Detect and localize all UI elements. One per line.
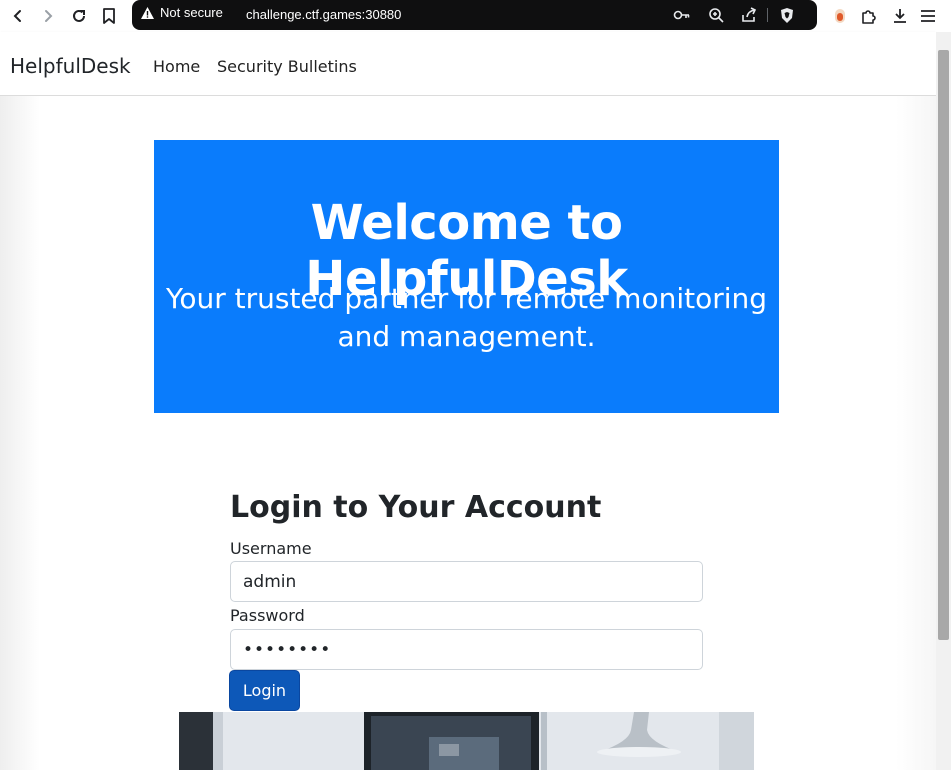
password-input[interactable]: •••••••• (230, 629, 703, 670)
navbar-brand[interactable]: HelpfulDesk (10, 54, 131, 78)
download-icon[interactable] (889, 5, 911, 27)
scrollbar[interactable] (936, 32, 951, 770)
login-heading: Login to Your Account (230, 490, 602, 525)
username-label: Username (230, 539, 312, 558)
username-input[interactable]: admin (230, 561, 703, 602)
nav-link-security-bulletins[interactable]: Security Bulletins (217, 57, 357, 76)
back-icon[interactable] (6, 4, 30, 28)
brave-shield-icon[interactable] (777, 5, 797, 25)
url-text[interactable]: challenge.ctf.games:30880 (246, 7, 401, 22)
extensions-icon[interactable] (858, 5, 880, 27)
address-bar[interactable]: Not secure challenge.ctf.games:30880 (132, 0, 817, 30)
hero-banner: Welcome to HelpfulDesk Your trusted part… (154, 140, 779, 413)
nav-link-home[interactable]: Home (153, 57, 200, 76)
zoom-icon[interactable] (706, 5, 726, 25)
password-value: •••••••• (243, 639, 332, 660)
office-photo (179, 712, 754, 770)
site-info-button[interactable]: Not secure (140, 5, 223, 20)
password-label: Password (230, 606, 305, 625)
bookmark-icon[interactable] (97, 4, 121, 28)
username-value: admin (243, 571, 297, 592)
menu-icon[interactable] (917, 5, 939, 27)
reload-icon[interactable] (67, 4, 91, 28)
key-icon[interactable] (672, 5, 692, 25)
warning-icon (141, 6, 154, 19)
site-navbar: HelpfulDesk Home Security Bulletins (0, 32, 936, 96)
forward-icon[interactable] (36, 4, 60, 28)
scrollbar-thumb[interactable] (938, 50, 949, 640)
share-icon[interactable] (739, 5, 759, 25)
extension-capsule-icon[interactable] (829, 5, 851, 27)
address-divider (767, 8, 768, 22)
hero-subtitle: Your trusted partner for remote monitori… (165, 282, 768, 353)
browser-toolbar: Not secure challenge.ctf.games:30880 (0, 0, 951, 32)
not-secure-label: Not secure (160, 5, 223, 20)
login-button[interactable]: Login (229, 670, 300, 711)
